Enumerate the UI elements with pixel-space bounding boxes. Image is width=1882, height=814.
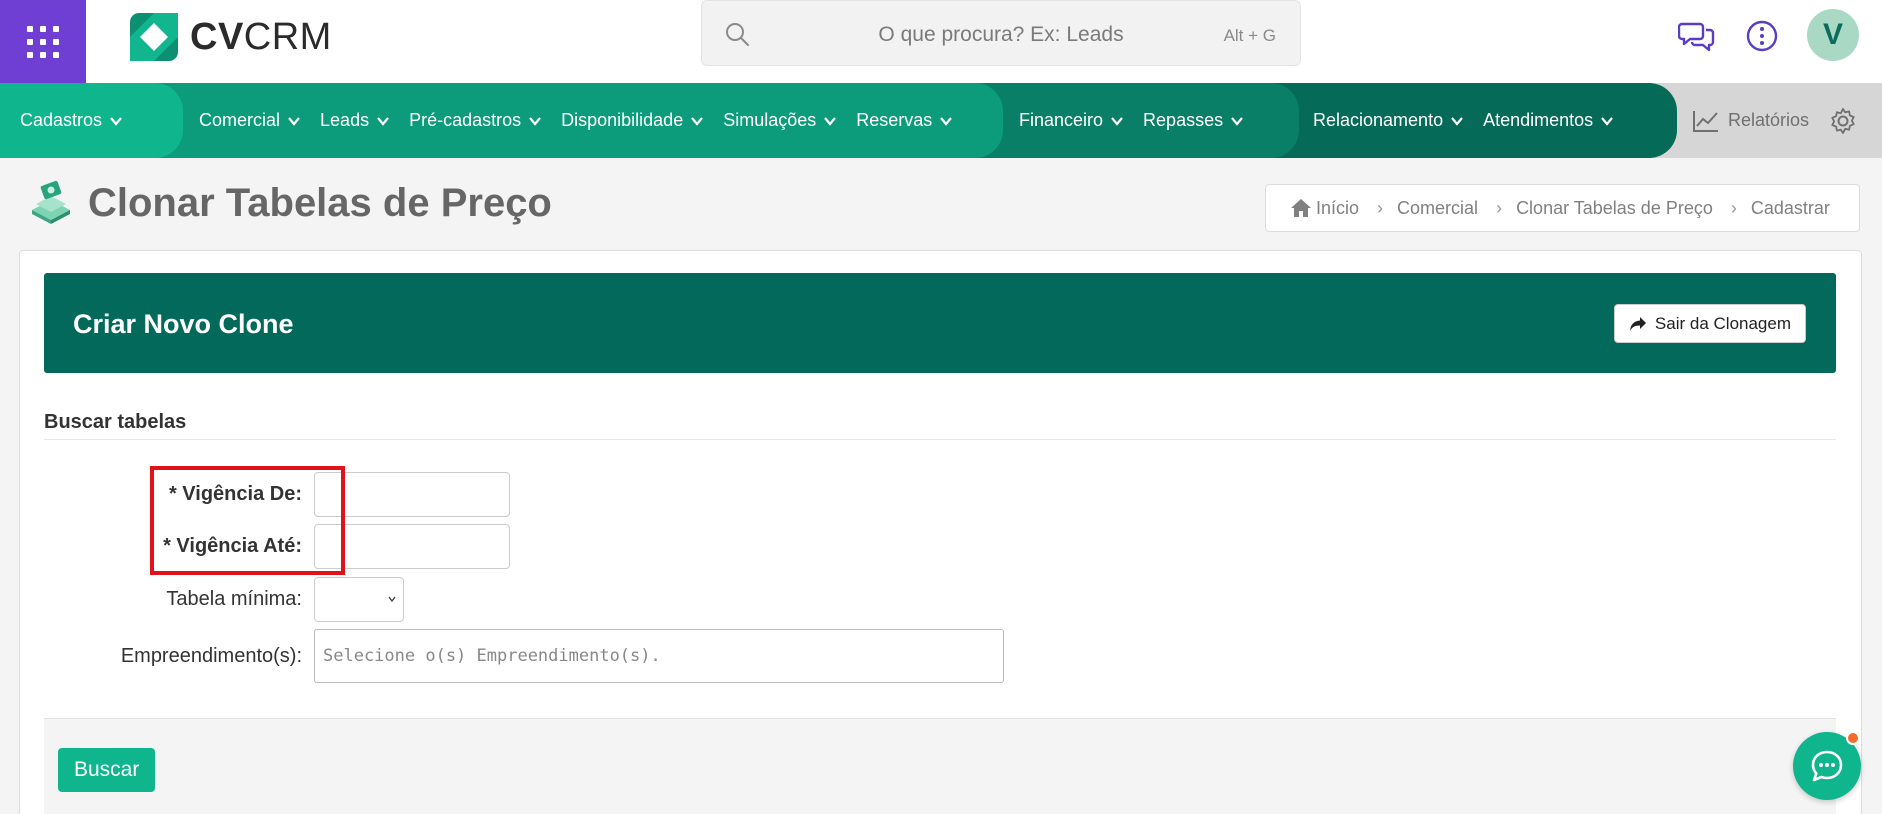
- breadcrumb-separator-icon: ›: [1377, 197, 1384, 218]
- clone-header-title: Criar Novo Clone: [73, 309, 294, 339]
- nav-item-pre-cadastros[interactable]: Pré-cadastros: [409, 110, 542, 131]
- chevron-down-icon: [824, 116, 837, 126]
- chevron-down-icon: [1601, 116, 1614, 126]
- global-search[interactable]: O que procura? Ex: Leads Alt + G: [701, 0, 1301, 66]
- search-button[interactable]: Buscar: [58, 748, 156, 792]
- breadcrumb-separator-icon: ›: [1730, 197, 1737, 218]
- breadcrumb-separator-icon: ›: [1496, 197, 1503, 218]
- nav-group-financeiro: Financeiro Repasses: [970, 83, 1299, 158]
- gear-icon[interactable]: [1829, 107, 1857, 135]
- section-divider: [44, 439, 1836, 440]
- chevron-down-icon: [940, 116, 953, 126]
- logo-text: CVCRM: [190, 15, 332, 58]
- nav-item-atendimentos[interactable]: Atendimentos: [1483, 110, 1614, 131]
- nav-group-comercial: Comercial Leads Pré-cadastros Disponibil…: [150, 83, 1003, 158]
- notification-badge: [1846, 731, 1860, 745]
- exit-clone-button[interactable]: Sair da Clonagem: [1613, 304, 1806, 343]
- nav-item-financeiro[interactable]: Financeiro: [1019, 110, 1124, 131]
- nav-item-disponibilidade[interactable]: Disponibilidade: [561, 110, 704, 131]
- required-fields-highlight: [150, 466, 345, 575]
- main-nav: Cadastros Comercial Leads Pré-cadastros …: [0, 83, 1882, 158]
- price-table-icon: [32, 180, 70, 224]
- chevron-down-icon: [1111, 116, 1123, 126]
- search-shortcut-hint: Alt + G: [1223, 26, 1276, 45]
- section-title-buscar-tabelas: Buscar tabelas: [44, 411, 187, 433]
- page-title: Clonar Tabelas de Preço: [88, 180, 552, 225]
- chat-icon[interactable]: [1678, 16, 1718, 56]
- tabela-minima-label: Tabela mínima:: [166, 588, 302, 610]
- tabela-minima-select[interactable]: [314, 577, 404, 622]
- empreendimentos-input[interactable]: [314, 629, 1004, 683]
- nav-item-simulacoes[interactable]: Simulações: [723, 110, 837, 131]
- line-chart-icon: [1693, 110, 1718, 132]
- empreendimentos-label: Empreendimento(s):: [120, 644, 302, 667]
- apps-grid-button[interactable]: [0, 0, 86, 83]
- nav-item-reservas[interactable]: Reservas: [856, 110, 953, 131]
- breadcrumb-comercial[interactable]: Comercial: [1397, 198, 1478, 219]
- home-icon: [1291, 199, 1311, 217]
- chevron-down-icon: [377, 116, 389, 126]
- chevron-down-icon: [1451, 116, 1463, 126]
- nav-item-repasses[interactable]: Repasses: [1143, 110, 1244, 131]
- field-tabela-minima: Tabela mínima:: [20, 577, 404, 622]
- chevron-down-icon: [1231, 116, 1243, 126]
- form-actions: Buscar: [44, 718, 1836, 814]
- more-options-icon[interactable]: [1742, 16, 1782, 56]
- share-arrow-icon: [1629, 316, 1646, 331]
- nav-group-relacionamento: Relacionamento Atendimentos: [1266, 83, 1677, 158]
- top-bar: CVCRM O que procura? Ex: Leads Alt + G V: [0, 0, 1882, 83]
- app-logo[interactable]: CVCRM: [130, 12, 332, 62]
- chevron-down-icon: [691, 116, 704, 126]
- chevron-down-icon: [110, 116, 122, 126]
- chevron-down-icon: [388, 596, 396, 603]
- nav-right-tools: Relatórios: [1692, 83, 1857, 158]
- breadcrumb: Início › Comercial › Clonar Tabelas de P…: [1265, 184, 1860, 232]
- breadcrumb-inicio[interactable]: Início: [1316, 198, 1359, 219]
- search-placeholder: O que procura? Ex: Leads: [878, 23, 1124, 46]
- chat-bubble-icon: [1811, 750, 1843, 782]
- nav-item-comercial[interactable]: Comercial: [199, 110, 301, 131]
- chevron-down-icon: [288, 116, 300, 126]
- field-empreendimentos: Empreendimento(s):: [20, 629, 1004, 683]
- clone-header: Criar Novo Clone Sair da Clonagem: [44, 273, 1836, 373]
- breadcrumb-clonar-tabelas[interactable]: Clonar Tabelas de Preço: [1516, 198, 1713, 219]
- nav-item-cadastros[interactable]: Cadastros: [20, 110, 123, 131]
- page-header: Clonar Tabelas de Preço: [28, 180, 552, 226]
- nav-group-cadastros: Cadastros: [0, 83, 183, 158]
- nav-item-relacionamento[interactable]: Relacionamento: [1313, 110, 1464, 131]
- grid-icon: [27, 25, 59, 58]
- breadcrumb-cadastrar: Cadastrar: [1750, 197, 1830, 218]
- nav-item-leads[interactable]: Leads: [320, 110, 390, 131]
- user-avatar[interactable]: V: [1807, 9, 1859, 61]
- nav-item-relatorios[interactable]: Relatórios: [1692, 109, 1809, 133]
- cvcrm-logo-icon: [130, 13, 178, 61]
- clone-panel: Criar Novo Clone Sair da Clonagem Buscar…: [19, 250, 1862, 814]
- chevron-down-icon: [529, 116, 541, 126]
